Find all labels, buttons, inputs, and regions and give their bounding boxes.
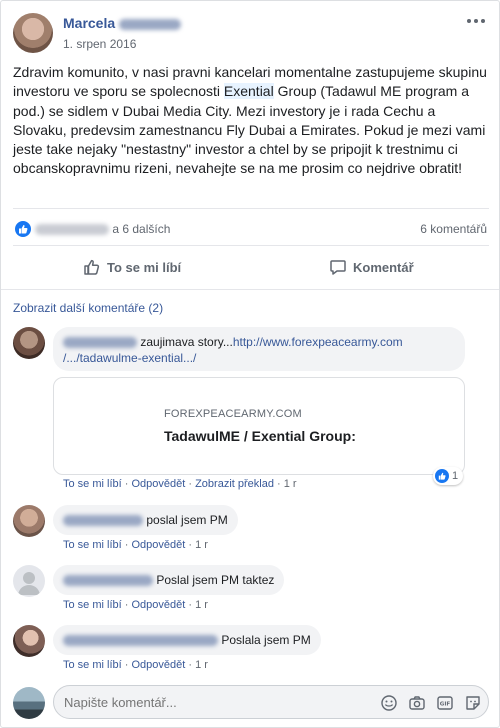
comment-text: Poslal jsem PM taktez [156, 573, 275, 587]
comment-actions: To se mi líbí · Odpovědět · Zobrazit pře… [63, 478, 297, 490]
blurred-reactor-name [35, 224, 109, 236]
comment-text: poslal jsem PM [146, 513, 228, 527]
post-author-avatar[interactable] [13, 13, 53, 53]
comment-avatar[interactable] [13, 327, 45, 359]
comment-link-continued[interactable]: /.../tadawulme-exential.../ [63, 351, 196, 365]
comment-reply-link[interactable]: Odpovědět [131, 478, 185, 490]
post-author-name[interactable]: Marcela [63, 15, 182, 31]
link-preview-card[interactable]: FOREXPEACEARMY.COM TadawulME / Exential … [53, 377, 465, 475]
link-preview-domain: FOREXPEACEARMY.COM [164, 408, 302, 420]
post-body: Zdravim komunito, v nasi pravni kancelar… [13, 63, 489, 179]
link-preview-title[interactable]: TadawulME / Exential Group: [164, 428, 356, 444]
comment-link[interactable]: http://www.forexpeacearmy.com [233, 335, 403, 349]
comment-reply-link[interactable]: Odpovědět [131, 659, 185, 671]
comment-input[interactable] [64, 695, 364, 710]
like-button[interactable]: To se mi líbí [83, 257, 181, 277]
reaction-count-value: 1 [452, 470, 459, 482]
post-author-first-name[interactable]: Marcela [63, 15, 115, 31]
comment-time[interactable]: 1 r [195, 659, 208, 671]
comment-button[interactable]: Komentář [329, 257, 414, 277]
more-dots-icon[interactable] [467, 15, 485, 27]
comment-bubble: zaujimava story...http://www.forexpeacea… [53, 327, 465, 371]
comment-like-link[interactable]: To se mi líbí [63, 659, 122, 671]
blurred-surname [119, 18, 182, 30]
comment-time[interactable]: 1 r [284, 478, 297, 490]
comment-avatar[interactable] [13, 505, 45, 537]
comment-like-link[interactable]: To se mi líbí [63, 599, 122, 611]
divider [13, 245, 489, 246]
blurred-commenter-name[interactable] [63, 635, 218, 647]
blurred-commenter-name[interactable] [63, 337, 137, 349]
current-user-avatar[interactable] [13, 687, 45, 719]
comment-translate-link[interactable]: Zobrazit překlad [195, 478, 274, 490]
camera-icon[interactable] [408, 694, 426, 712]
like-reaction-icon[interactable] [15, 221, 31, 237]
comment-bubble: poslal jsem PM [53, 505, 238, 535]
divider [1, 289, 499, 290]
post-card: Marcela 1. srpen 2016 Zdravim komunito, … [0, 0, 500, 728]
post-text-highlight: Exential [223, 83, 274, 100]
comment-actions: To se mi líbí · Odpovědět · 1 r [63, 599, 208, 611]
divider [13, 208, 489, 209]
post-date[interactable]: 1. srpen 2016 [63, 37, 136, 51]
comment-composer[interactable]: GIF [53, 685, 489, 719]
comment-bubble: Poslala jsem PM [53, 625, 321, 655]
comment-count[interactable]: 6 komentářů [420, 222, 487, 236]
comment-reaction-count[interactable]: 1 [433, 467, 464, 485]
gif-icon[interactable]: GIF [436, 694, 454, 712]
comment-text: zaujimava story... [140, 335, 233, 349]
reaction-names[interactable]: a 6 dalších [35, 222, 170, 236]
comment-button-label: Komentář [353, 259, 414, 275]
see-more-comments-link[interactable]: Zobrazit další komentáře (2) [13, 301, 163, 315]
comment-like-link[interactable]: To se mi líbí [63, 539, 122, 551]
like-button-label: To se mi líbí [107, 259, 182, 275]
comment-actions: To se mi líbí · Odpovědět · 1 r [63, 659, 208, 671]
blurred-commenter-name[interactable] [63, 575, 153, 587]
thumbs-up-icon [84, 259, 100, 275]
comment-actions: To se mi líbí · Odpovědět · 1 r [63, 539, 208, 551]
emoji-icon[interactable] [380, 694, 398, 712]
comment-reply-link[interactable]: Odpovědět [131, 599, 185, 611]
comment-time[interactable]: 1 r [195, 599, 208, 611]
blurred-commenter-name[interactable] [63, 515, 143, 527]
like-reaction-icon [435, 469, 449, 483]
comment-like-link[interactable]: To se mi líbí [63, 478, 122, 490]
comment-time[interactable]: 1 r [195, 539, 208, 551]
comment-reply-link[interactable]: Odpovědět [131, 539, 185, 551]
svg-text:GIF: GIF [440, 702, 451, 708]
default-avatar-icon[interactable] [13, 565, 45, 597]
comment-bubble: Poslal jsem PM taktez [53, 565, 285, 595]
speech-bubble-icon [330, 260, 346, 275]
comment-avatar[interactable] [13, 625, 45, 657]
reaction-others[interactable]: a 6 dalších [112, 222, 170, 236]
sticker-icon[interactable] [464, 694, 482, 712]
comment-text: Poslala jsem PM [221, 633, 311, 647]
